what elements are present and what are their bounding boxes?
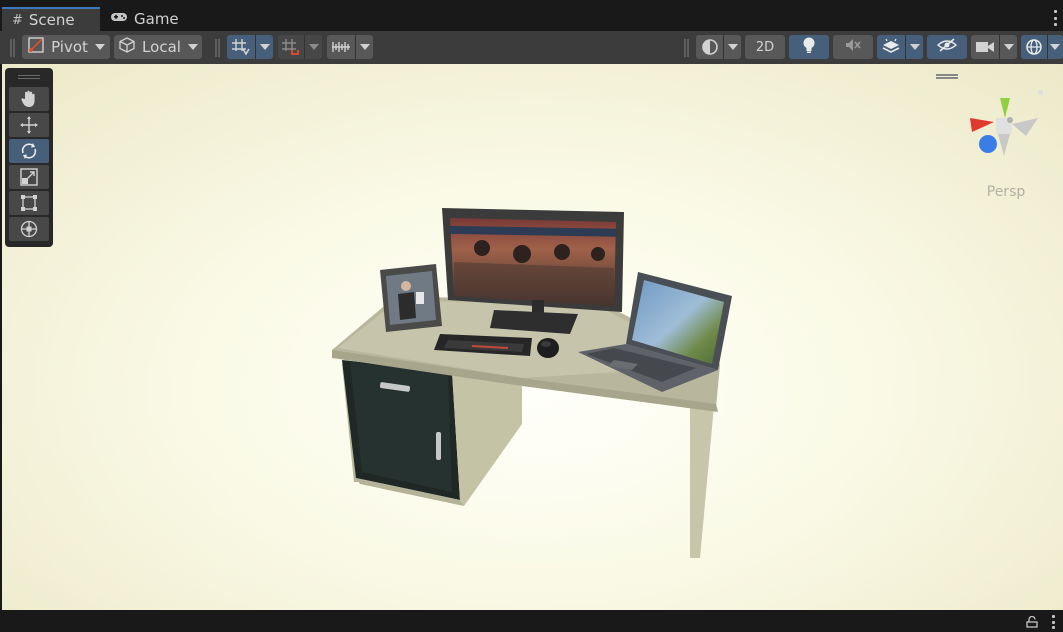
shading-mode-dropdown[interactable] [696,35,741,59]
toolbar-grip-icon[interactable] [684,39,689,57]
effects-layers-icon[interactable] [877,35,905,59]
toolbar-grip-icon[interactable] [10,39,15,57]
pivot-label: Pivot [51,38,88,56]
gizmo-neg-y-axis[interactable] [998,134,1010,156]
rotate-tool[interactable] [9,139,49,163]
chevron-down-icon [187,44,198,50]
chevron-down-icon[interactable] [723,35,741,59]
increment-snap-icon[interactable] [278,35,304,59]
audio-muted-icon [844,37,862,57]
grid-snap-icon[interactable] [227,35,255,59]
palette-drag-handle[interactable] [18,75,40,79]
chevron-down-icon[interactable] [1046,35,1063,59]
ruler-snap-toggle[interactable] [327,35,373,59]
chevron-down-icon[interactable] [304,35,322,59]
eye-hidden-icon [936,37,958,57]
photo-frame[interactable] [380,264,442,332]
gizmos-dropdown[interactable] [1021,35,1063,59]
move-arrows-icon [20,116,38,134]
audio-toggle[interactable] [833,35,873,59]
lightbulb-icon [801,36,817,58]
gizmo-y-axis[interactable] [1000,98,1010,118]
chevron-down-icon[interactable] [355,35,373,59]
hash-icon: # [12,12,23,28]
move-tool[interactable] [9,113,49,137]
chevron-down-icon [94,44,105,50]
effects-dropdown[interactable] [877,35,923,59]
space-label: Local [142,38,181,56]
rect-tool[interactable] [9,191,49,215]
camera-settings-dropdown[interactable] [971,35,1017,59]
gizmo-neg-x-axis[interactable] [1012,118,1038,136]
toolbar-grip-icon[interactable] [215,39,220,57]
gizmo-globe-icon[interactable] [1021,35,1047,59]
rotate-icon [21,143,37,159]
chevron-down-icon[interactable] [905,35,923,59]
mode-2d-label: 2D [755,39,775,55]
scene-viewport[interactable]: Persp [2,64,1063,610]
lock-icon[interactable] [1026,616,1038,628]
transform-tool[interactable] [9,217,49,241]
lighting-toggle[interactable] [789,35,829,59]
gizmo-drag-handle[interactable] [936,74,958,79]
orientation-gizmo[interactable] [964,88,1044,168]
transform-icon [20,220,38,238]
chevron-down-icon[interactable] [255,35,273,59]
cube-icon [118,36,136,58]
gizmo-z-axis[interactable] [979,135,997,153]
pivot-dropdown[interactable]: Pivot [22,35,110,59]
grid-snapping-toggle[interactable] [227,35,273,59]
tab-scene[interactable]: # Scene [2,7,100,31]
space-dropdown[interactable]: Local [114,35,202,59]
pivot-icon [27,36,45,58]
scene-render [2,64,1063,610]
hand-tool[interactable] [9,87,49,111]
status-menu-icon[interactable] [1052,615,1055,629]
ruler-icon[interactable] [327,35,355,59]
scene-toolbar: Pivot Local 2D [0,31,1063,64]
chevron-down-icon[interactable] [999,35,1017,59]
rect-transform-icon [21,195,37,211]
tab-strip: # Scene Game [0,0,1063,31]
scale-tool[interactable] [9,165,49,189]
tab-game-label: Game [134,10,179,28]
mouse[interactable] [537,338,559,358]
projection-label[interactable]: Persp [980,184,1032,200]
scale-icon [20,168,38,186]
increment-snap-toggle[interactable] [278,35,322,59]
status-bar [0,610,1063,632]
tab-game[interactable]: Game [108,7,198,31]
tab-menu-icon[interactable] [1053,10,1057,26]
tab-scene-label: Scene [28,11,75,29]
mode-2d-toggle[interactable]: 2D [745,35,785,59]
hand-icon [21,90,35,107]
gizmo-x-axis[interactable] [970,118,994,132]
scene-visibility-toggle[interactable] [927,35,967,59]
tool-palette [5,68,53,247]
shading-sphere-icon[interactable] [696,35,723,59]
gamepad-icon [110,11,128,27]
camera-icon[interactable] [971,35,999,59]
